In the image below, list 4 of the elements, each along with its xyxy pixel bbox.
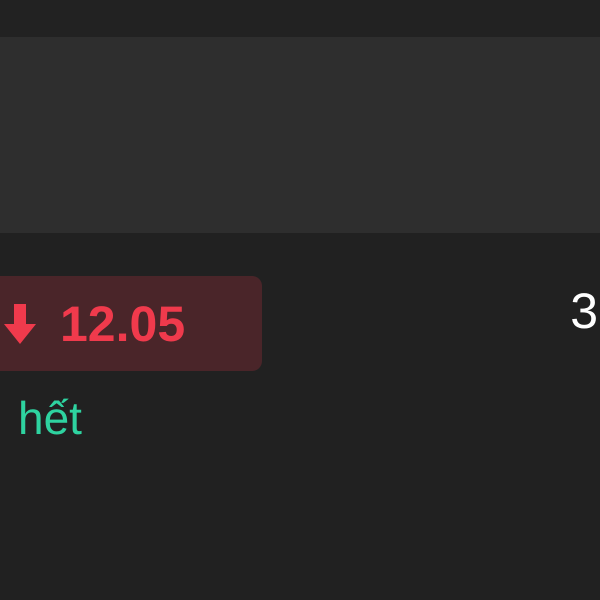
down-arrow-icon — [2, 304, 38, 344]
change-value: 12.05 — [60, 294, 186, 352]
show-all-link[interactable]: hết — [18, 391, 82, 445]
value-text: 3 — [570, 282, 598, 340]
